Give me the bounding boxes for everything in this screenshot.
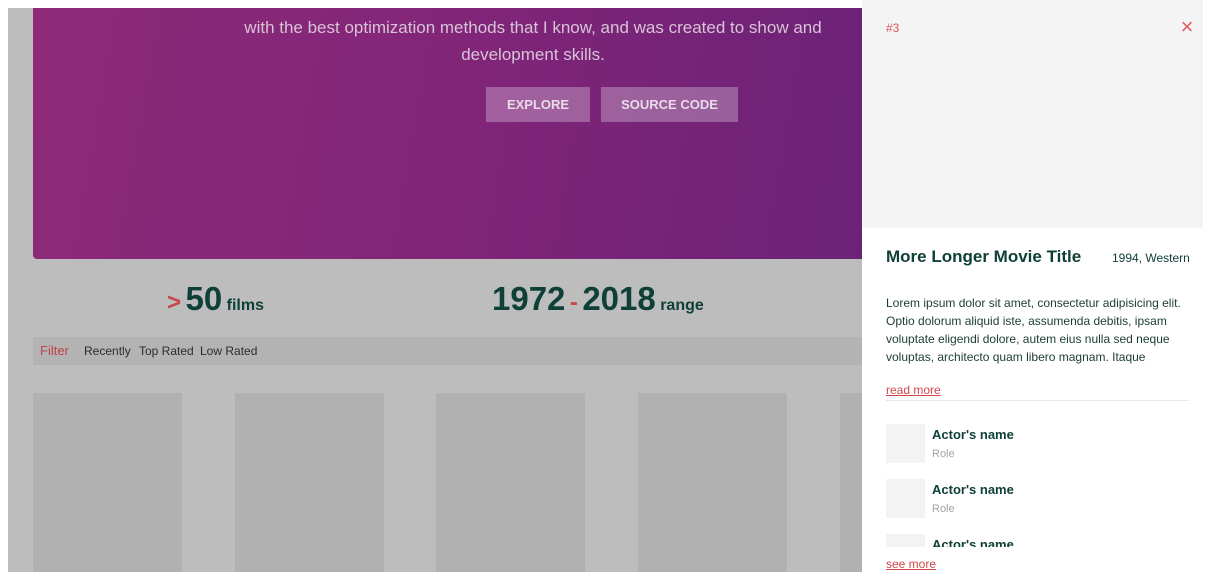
actor-role: Role (932, 448, 955, 460)
hero-banner: with the best optimization methods that … (33, 8, 868, 259)
movie-number: #3 (886, 21, 900, 35)
films-count-stat: > 50 films (167, 280, 264, 318)
range-end: 2018 (582, 280, 656, 317)
page-background: with the best optimization methods that … (0, 0, 1209, 572)
page-edge-right (1203, 0, 1209, 572)
movie-title: More Longer Movie Title (886, 247, 1082, 266)
actor-photo (886, 424, 925, 463)
page-edge-left (0, 0, 8, 572)
filter-bar: Filter Recently Top Rated Low Rated (33, 337, 868, 365)
movie-detail-panel: #3 × More Longer Movie Title 1994, Weste… (862, 0, 1203, 572)
movie-card[interactable] (436, 393, 585, 572)
range-dash: - (569, 289, 578, 316)
actor-photo (886, 479, 925, 518)
actor-item[interactable]: Actor's name Role (886, 534, 1189, 547)
actor-name: Actor's name (932, 537, 1014, 547)
close-icon[interactable]: × (1172, 12, 1202, 42)
year-range-stat: 1972 - 2018 range (492, 280, 704, 318)
filter-recently[interactable]: Recently (84, 337, 131, 365)
range-start: 1972 (492, 280, 566, 317)
actor-name: Actor's name (932, 482, 1014, 497)
divider (886, 400, 1189, 401)
hero-text-line-2: development skills. (461, 45, 605, 64)
filter-top-rated[interactable]: Top Rated (139, 337, 194, 365)
source-code-button[interactable]: SOURCE CODE (601, 87, 738, 122)
actor-list: Actor's name Role Actor's name Role Acto… (886, 424, 1189, 547)
filter-low-rated[interactable]: Low Rated (200, 337, 257, 365)
actor-role: Role (932, 503, 955, 515)
movie-card[interactable] (235, 393, 384, 572)
movie-card[interactable] (33, 393, 182, 572)
actor-item[interactable]: Actor's name Role (886, 479, 1189, 519)
films-prefix: > (167, 289, 182, 316)
movie-synopsis: Lorem ipsum dolor sit amet, consectetur … (886, 296, 1181, 364)
movie-year-genre: 1994, Western (1112, 251, 1190, 265)
read-more-link[interactable]: read more (886, 383, 941, 397)
actor-name: Actor's name (932, 427, 1014, 442)
films-count: 50 (185, 280, 223, 317)
actor-photo (886, 534, 925, 547)
filter-label: Filter (40, 343, 69, 358)
explore-button[interactable]: EXPLORE (486, 87, 590, 122)
movie-poster (862, 0, 1203, 228)
hero-text-line-1: with the best optimization methods that … (244, 18, 822, 37)
actor-item[interactable]: Actor's name Role (886, 424, 1189, 464)
films-unit: films (226, 297, 264, 314)
range-unit: range (660, 297, 704, 314)
see-more-link[interactable]: see more (886, 557, 936, 571)
hero-description: with the best optimization methods that … (33, 14, 868, 68)
movie-card[interactable] (638, 393, 787, 572)
